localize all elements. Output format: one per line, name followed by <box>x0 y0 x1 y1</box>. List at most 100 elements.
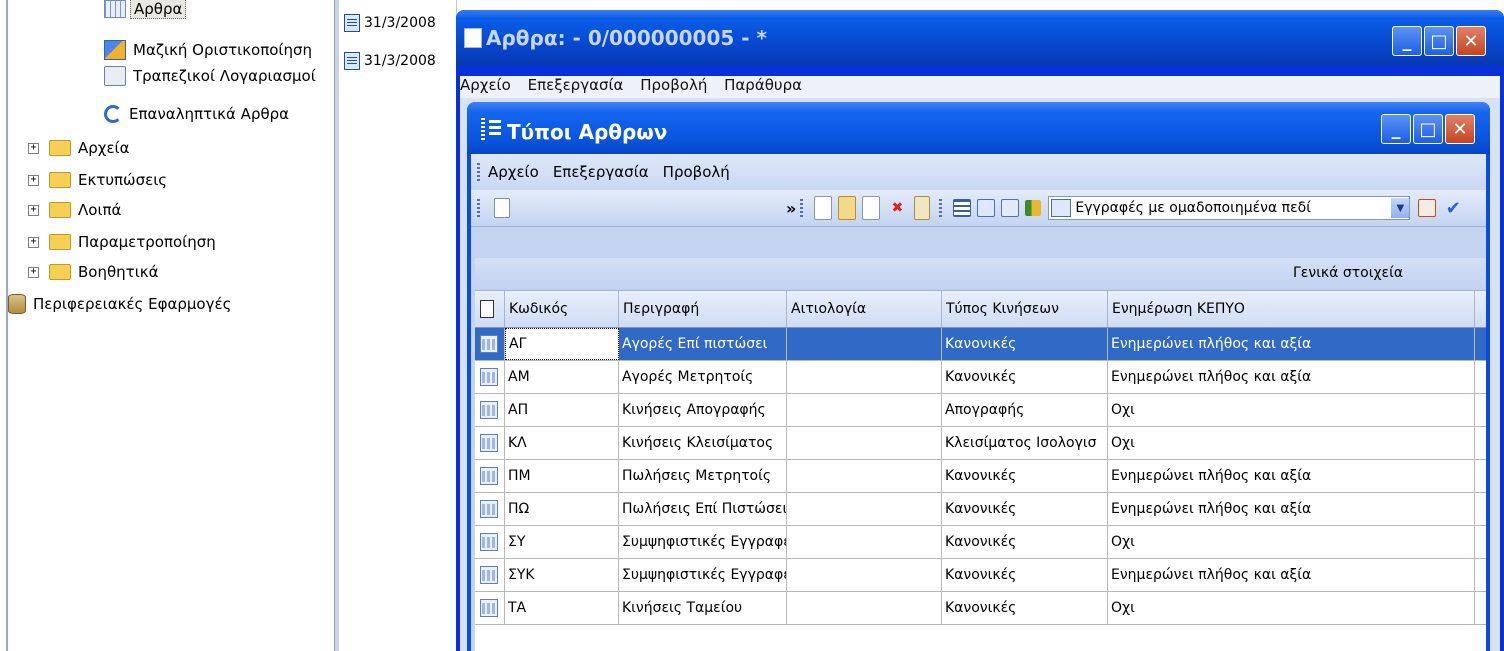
cell-code[interactable]: ΑΜ <box>505 361 619 393</box>
expand-icon[interactable]: + <box>28 174 39 186</box>
cell-description[interactable]: Κινήσεις Ταμείου <box>619 592 787 624</box>
tree-folder-misc[interactable]: + Λοιπά <box>28 198 124 222</box>
cell-reason[interactable] <box>787 592 942 624</box>
tree-item-bank-accounts[interactable]: Τραπεζικοί Λογαριασμοί <box>104 64 319 88</box>
delete-record-icon[interactable]: ✖ <box>886 197 908 219</box>
grip-icon[interactable] <box>939 199 943 217</box>
cell-kepyo-update[interactable]: Οχι <box>1108 592 1475 624</box>
cell-description[interactable]: Αγορές Επί πιστώσει <box>619 328 787 360</box>
cell-kepyo-update[interactable]: Οχι <box>1108 394 1475 426</box>
tree-folder-settings[interactable]: + Παραμετροποίηση <box>28 230 219 254</box>
row-selector[interactable] <box>475 526 505 558</box>
cell-description[interactable]: Συμψηφιστικές Εγγραφές <box>619 559 787 591</box>
cell-code[interactable]: ΤΑ <box>505 592 619 624</box>
cell-reason[interactable] <box>787 394 942 426</box>
edit-record-icon[interactable] <box>914 196 931 220</box>
table-row[interactable]: ΠΩ Πωλήσεις Επί Πιστώσει Κανονικές Ενημε… <box>475 493 1486 526</box>
column-header-code[interactable]: Κωδικός <box>505 291 619 327</box>
row-selector[interactable] <box>475 361 505 393</box>
cell-movement-type[interactable]: Κανονικές <box>942 559 1108 591</box>
pane-splitter[interactable] <box>334 0 339 651</box>
expand-icon[interactable]: + <box>28 266 39 278</box>
cell-kepyo-update[interactable]: Ενημερώνει πλήθος και αξία <box>1108 361 1475 393</box>
expand-icon[interactable]: + <box>28 142 39 154</box>
cell-movement-type[interactable]: Κανονικές <box>942 361 1108 393</box>
cell-description[interactable]: Πωλήσεις Μετρητοίς <box>619 460 787 492</box>
table-row[interactable]: ΚΛ Κινήσεις Κλεισίματος Κλεισίματος Ισολ… <box>475 427 1486 460</box>
list-view-icon[interactable] <box>953 199 972 217</box>
cell-reason[interactable] <box>787 493 942 525</box>
tree-item-recurring-articles[interactable]: Επαναληπτικά Αρθρα <box>104 102 292 126</box>
cell-code[interactable]: ΠΩ <box>505 493 619 525</box>
export-icon[interactable] <box>1001 199 1020 217</box>
menu-edit[interactable]: Επεξεργασία <box>553 163 649 181</box>
cell-kepyo-update[interactable]: Οχι <box>1108 427 1475 459</box>
cell-code[interactable]: ΣΥ <box>505 526 619 558</box>
cell-movement-type[interactable]: Κανονικές <box>942 592 1108 624</box>
list-item[interactable]: 31/3/2008 <box>344 12 436 34</box>
table-row[interactable]: ΤΑ Κινήσεις Ταμείου Κανονικές Οχι <box>475 592 1486 625</box>
column-header-reason[interactable]: Αιτιολογία <box>787 291 942 327</box>
cell-reason[interactable] <box>787 460 942 492</box>
cell-code[interactable]: ΑΓ <box>505 328 619 360</box>
cell-description[interactable]: Κινήσεις Κλεισίματος <box>619 427 787 459</box>
form-view-icon[interactable] <box>977 199 996 217</box>
cell-code[interactable]: ΠΜ <box>505 460 619 492</box>
cell-kepyo-update[interactable]: Ενημερώνει πλήθος και αξία <box>1108 493 1475 525</box>
cell-reason[interactable] <box>787 427 942 459</box>
new-record-icon[interactable] <box>814 196 833 220</box>
sort-icon[interactable] <box>1025 200 1042 216</box>
table-row[interactable]: ΑΓ Αγορές Επί πιστώσει Κανονικές Ενημερώ… <box>475 328 1486 361</box>
grip-icon[interactable] <box>800 199 804 217</box>
cell-movement-type[interactable]: Απογραφής <box>942 394 1108 426</box>
maximize-button[interactable]: □ <box>1413 114 1443 144</box>
row-selector[interactable] <box>475 493 505 525</box>
toolbar-overflow-button[interactable]: » <box>786 199 796 218</box>
page-icon[interactable] <box>494 198 510 218</box>
cell-code[interactable]: ΚΛ <box>505 427 619 459</box>
cell-reason[interactable] <box>787 526 942 558</box>
checkmark-icon[interactable]: ✔ <box>1442 197 1464 219</box>
grip-icon[interactable] <box>477 199 480 217</box>
minimize-button[interactable]: _ <box>1392 26 1422 56</box>
articles-title-bar[interactable]: Αρθρα: - 0/000000005 - * _ □ ✕ <box>456 10 1504 66</box>
menu-file[interactable]: Αρχείο <box>460 76 511 94</box>
menu-edit[interactable]: Επεξεργασία <box>528 76 624 94</box>
minimize-button[interactable]: _ <box>1381 114 1411 144</box>
article-types-title-bar[interactable]: Τύποι Αρθρων _ □ ✕ <box>467 102 1490 154</box>
cell-reason[interactable] <box>787 559 942 591</box>
view-mode-select[interactable]: Εγγραφές με ομαδοποιημένα πεδί ▼ <box>1048 196 1411 220</box>
row-selector[interactable] <box>475 559 505 591</box>
row-selector[interactable] <box>475 394 505 426</box>
cell-kepyo-update[interactable]: Ενημερώνει πλήθος και αξία <box>1108 460 1475 492</box>
copy-record-icon[interactable] <box>838 196 857 220</box>
column-header-kepyo-update[interactable]: Ενημέρωση ΚΕΠΥΟ <box>1108 291 1475 327</box>
tree-item-peripheral-apps[interactable]: Περιφερειακές Εφαρμογές <box>8 292 234 316</box>
cell-movement-type[interactable]: Κανονικές <box>942 328 1108 360</box>
cell-code[interactable]: ΑΠ <box>505 394 619 426</box>
column-header-description[interactable]: Περιγραφή <box>619 291 787 327</box>
tree-folder-utilities[interactable]: + Βοηθητικά <box>28 260 162 284</box>
list-item[interactable]: 31/3/2008 <box>344 50 436 72</box>
expand-icon[interactable]: + <box>28 236 39 248</box>
table-row[interactable]: ΑΜ Αγορές Μετρητοίς Κανονικές Ενημερώνει… <box>475 361 1486 394</box>
row-selector[interactable] <box>475 460 505 492</box>
cell-description[interactable]: Αγορές Μετρητοίς <box>619 361 787 393</box>
tree-folder-files[interactable]: + Αρχεία <box>28 136 133 160</box>
maximize-button[interactable]: □ <box>1424 26 1454 56</box>
cell-kepyo-update[interactable]: Ενημερώνει πλήθος και αξία <box>1108 328 1475 360</box>
cell-description[interactable]: Κινήσεις Απογραφής <box>619 394 787 426</box>
cell-kepyo-update[interactable]: Οχι <box>1108 526 1475 558</box>
menu-view[interactable]: Προβολή <box>640 76 707 94</box>
menu-view[interactable]: Προβολή <box>663 163 730 181</box>
cell-movement-type[interactable]: Κλεισίματος Ισολογισ <box>942 427 1108 459</box>
cell-movement-type[interactable]: Κανονικές <box>942 493 1108 525</box>
cell-reason[interactable] <box>787 328 942 360</box>
row-selector[interactable] <box>475 427 505 459</box>
grip-icon[interactable] <box>477 163 480 181</box>
row-selector[interactable] <box>475 328 505 360</box>
filter-settings-icon[interactable] <box>1418 199 1437 217</box>
cell-reason[interactable] <box>787 361 942 393</box>
table-row[interactable]: ΣΥΚ Συμψηφιστικές Εγγραφές Κανονικές Ενη… <box>475 559 1486 592</box>
cell-description[interactable]: Συμψηφιστικές Εγγραφές <box>619 526 787 558</box>
